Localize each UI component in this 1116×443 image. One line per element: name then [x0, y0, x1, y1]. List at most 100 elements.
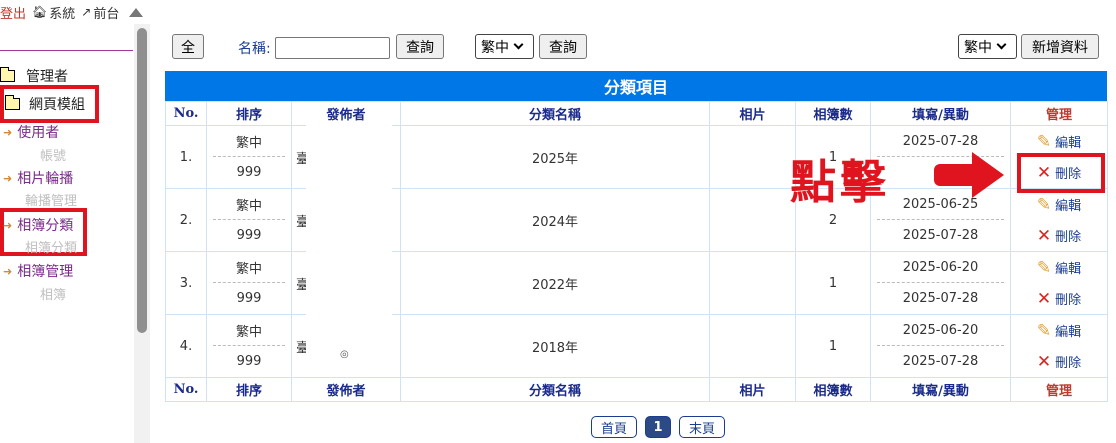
sidebar-subitem-album-category[interactable]: 相簿分類	[25, 237, 77, 256]
footer-publisher: 發佈者	[291, 377, 401, 402]
table-footer-row: No. 排序 發佈者 分類名稱 相片 相簿數 填寫/異動 管理	[165, 377, 1108, 402]
pencil-icon: ✎	[1036, 257, 1052, 278]
pencil-icon: ✎	[1036, 131, 1052, 152]
row-category-name[interactable]: 2024年	[400, 188, 710, 252]
sidebar-item-web-module[interactable]: 網頁模組	[5, 94, 85, 114]
system-link[interactable]: 🏠︎ 系統	[32, 3, 75, 22]
row-no: 3.	[165, 251, 207, 315]
language-select-right[interactable]: 繁中	[958, 34, 1017, 59]
delete-button[interactable]: ✕ 刪除	[1011, 220, 1107, 251]
row-no: 2.	[165, 188, 207, 252]
search-button[interactable]: 查詢	[396, 34, 444, 59]
pagination-last[interactable]: 末頁	[679, 416, 725, 438]
frontend-link[interactable]: ↗ 前台	[81, 3, 119, 22]
edit-button[interactable]: ✎ 編輯	[1011, 189, 1107, 220]
edit-label: 編輯	[1055, 136, 1082, 151]
pagination-page-1[interactable]: 1	[645, 416, 671, 438]
search-button-2[interactable]: 查詢	[539, 34, 587, 59]
language-select-right-value: 繁中	[964, 39, 992, 56]
name-search-input[interactable]	[275, 37, 390, 59]
footer-no: No.	[165, 377, 207, 402]
arrow-right-icon: ➜	[3, 171, 13, 185]
home-icon: 🏠︎	[32, 5, 48, 19]
row-sort-value: 999	[236, 291, 262, 306]
row-dates: 2025-06-20 2025-07-28	[870, 251, 1011, 315]
sidebar-item-album-manage-label: 相簿管理	[17, 264, 74, 280]
edit-button[interactable]: ✎ 編輯	[1011, 252, 1107, 283]
header-photos[interactable]: 相片	[709, 101, 796, 126]
sidebar-subitem-albums[interactable]: 相簿	[40, 284, 66, 303]
sidebar-item-photo-carousel[interactable]: ➜ 相片輪播	[3, 168, 73, 188]
row-lang: 繁中	[213, 126, 285, 157]
footer-photos: 相片	[709, 377, 796, 402]
row-sort-value: 999	[236, 165, 262, 180]
row-photos	[709, 125, 796, 189]
row-modified-date: 2025-07-28	[902, 291, 979, 306]
row-manage: ✎ 編輯 ✕ 刪除	[1010, 188, 1108, 252]
frontend-link-label: 前台	[93, 6, 120, 22]
header-album-count[interactable]: 相簿數	[795, 101, 871, 126]
header-category-name[interactable]: 分類名稱	[400, 101, 710, 126]
footer-sort: 排序	[206, 377, 292, 402]
sidebar-divider	[0, 50, 133, 51]
folder-icon	[5, 95, 20, 110]
footer-manage: 管理	[1010, 377, 1108, 402]
sidebar-scrollbar-thumb[interactable]	[137, 28, 147, 333]
row-category-name[interactable]: 2018年	[400, 314, 710, 378]
edit-label: 編輯	[1055, 199, 1082, 214]
pencil-icon: ✎	[1036, 194, 1052, 215]
header-manage: 管理	[1010, 101, 1108, 126]
highlight-box-delete	[1017, 153, 1105, 193]
row-dates: 2025-06-20 2025-07-28	[870, 314, 1011, 378]
footer-fill-modify: 填寫/異動	[870, 377, 1011, 402]
row-lang: 繁中	[213, 252, 285, 283]
row-sort: 繁中 999	[206, 251, 292, 315]
header-no[interactable]: No.	[165, 101, 207, 126]
pagination-first[interactable]: 首頁	[591, 416, 637, 438]
header-sort[interactable]: 排序	[206, 101, 292, 126]
arrow-right-icon: ➜	[3, 218, 13, 232]
scroll-up-arrow-icon[interactable]	[129, 7, 144, 17]
edit-button[interactable]: ✎ 編輯	[1011, 315, 1107, 346]
row-modified-date: 2025-07-28	[902, 354, 979, 369]
header-fill-modify[interactable]: 填寫/異動	[870, 101, 1011, 126]
delete-x-icon: ✕	[1036, 351, 1052, 372]
chevron-down-icon	[513, 39, 524, 50]
row-photos	[709, 314, 796, 378]
row-sort: 繁中 999	[206, 314, 292, 378]
sidebar-item-album-category[interactable]: ➜ 相簿分類	[3, 215, 73, 235]
sidebar-subitem-carousel-manage[interactable]: 輪播管理	[25, 190, 77, 209]
row-no: 4.	[165, 314, 207, 378]
header-publisher[interactable]: 發佈者	[291, 101, 401, 126]
row-lang: 繁中	[213, 315, 285, 346]
delete-label: 刪除	[1055, 293, 1082, 308]
row-sort-value: 999	[236, 228, 262, 243]
row-category-name[interactable]: 2025年	[400, 125, 710, 189]
row-photos	[709, 251, 796, 315]
sidebar-item-web-module-label: 網頁模組	[29, 97, 85, 113]
sidebar-item-album-category-label: 相簿分類	[17, 218, 74, 234]
footer-category-name: 分類名稱	[400, 377, 710, 402]
publisher-suffix-row4: ◎	[340, 349, 349, 360]
sidebar-item-album-manage[interactable]: ➜ 相簿管理	[3, 261, 73, 281]
edit-label: 編輯	[1055, 325, 1082, 340]
delete-button[interactable]: ✕ 刪除	[1011, 346, 1107, 377]
external-link-icon: ↗	[81, 5, 92, 19]
sidebar-subitem-accounts[interactable]: 帳號	[40, 145, 66, 164]
language-select[interactable]: 繁中	[475, 34, 534, 59]
logout-link[interactable]: 登出	[0, 3, 26, 22]
row-no: 1.	[165, 125, 207, 189]
delete-label: 刪除	[1055, 356, 1082, 371]
row-category-name[interactable]: 2022年	[400, 251, 710, 315]
sidebar-item-users[interactable]: ➜ 使用者	[3, 122, 59, 142]
row-sort: 繁中 999	[206, 125, 292, 189]
row-manage: ✎ 編輯 ✕ 刪除	[1010, 314, 1108, 378]
show-all-button[interactable]: 全	[172, 34, 204, 59]
delete-button[interactable]: ✕ 刪除	[1011, 283, 1107, 314]
add-data-button[interactable]: 新增資料	[1021, 34, 1099, 59]
edit-label: 編輯	[1055, 262, 1082, 277]
annotation-arrow-icon	[934, 164, 976, 186]
row-created-date: 2025-06-20	[877, 252, 1004, 283]
pencil-icon: ✎	[1036, 320, 1052, 341]
sidebar-item-admin[interactable]: 管理者	[0, 66, 68, 86]
